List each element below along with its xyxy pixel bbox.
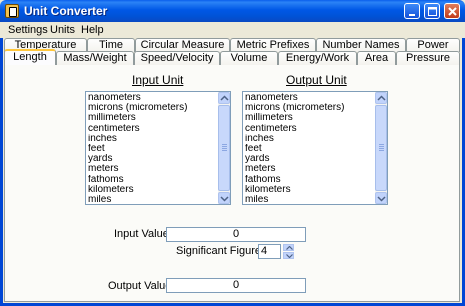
list-item[interactable]: yards bbox=[88, 154, 216, 164]
output-unit-list[interactable]: nanometers microns (micrometers) millimete… bbox=[242, 91, 388, 205]
menu-bar: Settings Units Help bbox=[0, 22, 465, 38]
significant-figures-spinner[interactable] bbox=[283, 244, 294, 259]
input-value-field[interactable]: 0 bbox=[166, 227, 306, 242]
list-item[interactable]: fathoms bbox=[245, 175, 373, 185]
list-item[interactable]: miles bbox=[245, 195, 373, 204]
input-list-scrollbar[interactable] bbox=[218, 92, 230, 204]
chevron-down-icon bbox=[286, 254, 293, 258]
scroll-thumb[interactable] bbox=[218, 105, 230, 191]
chevron-up-icon bbox=[377, 95, 386, 101]
tab-power[interactable]: Power bbox=[406, 38, 460, 52]
tab-length[interactable]: Length bbox=[4, 49, 56, 65]
chevron-down-icon bbox=[377, 196, 386, 202]
significant-figures-label: Significant Figures: bbox=[176, 245, 270, 257]
tab-volume[interactable]: Volume bbox=[220, 51, 278, 65]
list-item[interactable]: feet bbox=[245, 144, 373, 154]
tab-energy-work[interactable]: Energy/Work bbox=[278, 51, 357, 65]
chevron-up-icon bbox=[220, 95, 229, 101]
list-item[interactable]: yards bbox=[245, 154, 373, 164]
tab-metric-prefixes[interactable]: Metric Prefixes bbox=[230, 38, 316, 52]
close-icon bbox=[448, 7, 457, 16]
list-item[interactable]: inches bbox=[88, 134, 216, 144]
list-item[interactable]: nanometers bbox=[245, 93, 373, 103]
close-button[interactable] bbox=[444, 3, 460, 19]
tab-speed-velocity[interactable]: Speed/Velocity bbox=[134, 51, 220, 65]
significant-figures-field[interactable]: 4 bbox=[258, 244, 281, 259]
input-value-label: Input Value: bbox=[114, 228, 172, 240]
scroll-thumb[interactable] bbox=[375, 105, 387, 191]
list-item[interactable]: miles bbox=[88, 195, 216, 204]
menu-help[interactable]: Help bbox=[81, 24, 104, 36]
tab-area[interactable]: Area bbox=[357, 51, 396, 65]
list-item[interactable]: centimeters bbox=[245, 124, 373, 134]
spin-down-button[interactable] bbox=[283, 252, 294, 259]
output-value-label: Output Value: bbox=[108, 280, 175, 292]
output-unit-header: Output Unit bbox=[286, 73, 347, 87]
spin-up-button[interactable] bbox=[283, 244, 294, 251]
list-item[interactable]: inches bbox=[245, 134, 373, 144]
list-item[interactable]: millimeters bbox=[88, 113, 216, 123]
chevron-down-icon bbox=[220, 196, 229, 202]
menu-settings[interactable]: Settings bbox=[8, 24, 48, 36]
app-icon bbox=[5, 4, 19, 18]
minimize-button[interactable] bbox=[404, 3, 420, 19]
title-bar[interactable]: Unit Converter bbox=[0, 0, 465, 22]
output-list-scrollbar[interactable] bbox=[375, 92, 387, 204]
list-item[interactable]: nanometers bbox=[88, 93, 216, 103]
list-item[interactable]: millimeters bbox=[245, 113, 373, 123]
maximize-icon bbox=[428, 7, 437, 16]
scroll-up-button[interactable] bbox=[375, 92, 387, 104]
list-item[interactable]: meters bbox=[88, 164, 216, 174]
list-item[interactable]: feet bbox=[88, 144, 216, 154]
tab-pressure[interactable]: Pressure bbox=[396, 51, 460, 65]
list-item[interactable]: meters bbox=[245, 164, 373, 174]
list-item[interactable]: microns (micrometers) bbox=[245, 103, 373, 113]
input-unit-list[interactable]: nanometers microns (micrometers) millimete… bbox=[85, 91, 231, 205]
list-item[interactable]: kilometers bbox=[88, 185, 216, 195]
window-title: Unit Converter bbox=[24, 4, 108, 18]
menu-units[interactable]: Units bbox=[50, 24, 75, 36]
tab-panel bbox=[4, 64, 460, 302]
scroll-up-button[interactable] bbox=[218, 92, 230, 104]
scroll-down-button[interactable] bbox=[375, 192, 387, 204]
tab-mass-weight[interactable]: Mass/Weight bbox=[56, 51, 134, 65]
chevron-up-icon bbox=[286, 246, 293, 250]
scroll-down-button[interactable] bbox=[218, 192, 230, 204]
input-unit-header: Input Unit bbox=[132, 73, 184, 87]
list-item[interactable]: centimeters bbox=[88, 124, 216, 134]
tab-number-names[interactable]: Number Names bbox=[316, 38, 406, 52]
list-item[interactable]: kilometers bbox=[245, 185, 373, 195]
list-item[interactable]: fathoms bbox=[88, 175, 216, 185]
list-item[interactable]: microns (micrometers) bbox=[88, 103, 216, 113]
tab-circular-measure[interactable]: Circular Measure bbox=[135, 38, 230, 52]
output-value-field[interactable]: 0 bbox=[166, 278, 306, 293]
tab-time[interactable]: Time bbox=[87, 38, 135, 52]
window-frame-left bbox=[0, 22, 3, 306]
maximize-button[interactable] bbox=[424, 3, 440, 19]
minimize-icon bbox=[409, 14, 415, 16]
